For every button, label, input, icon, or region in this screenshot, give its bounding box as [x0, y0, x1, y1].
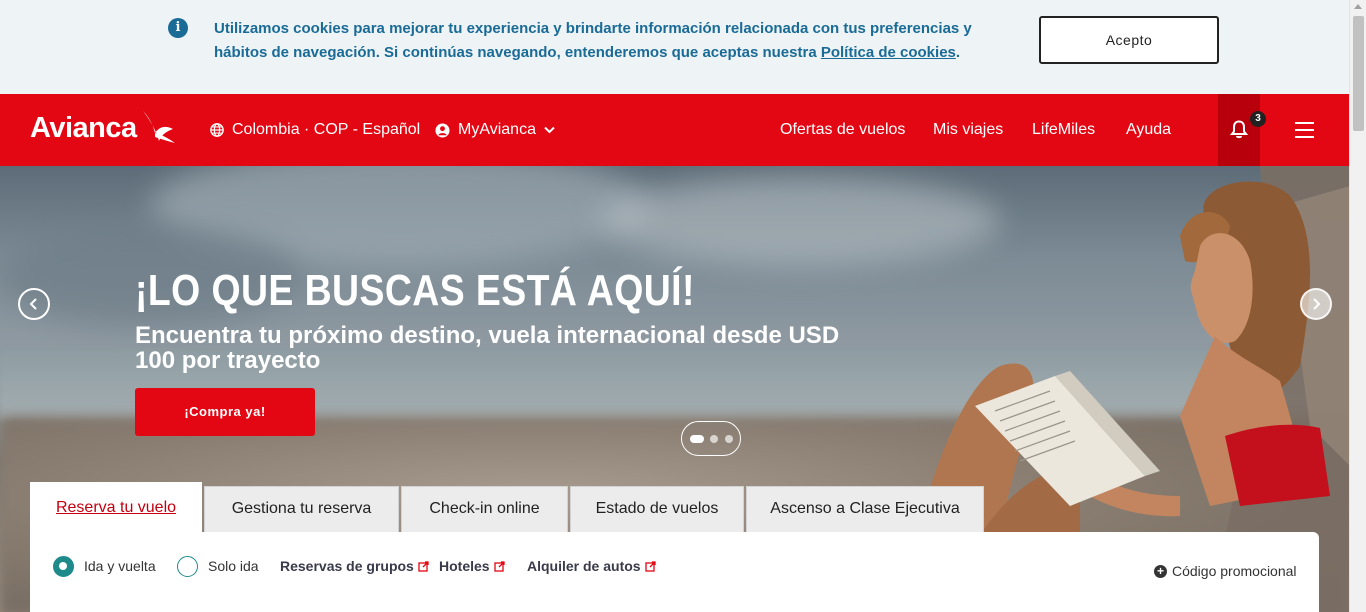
tab-reserva-vuelo[interactable]: Reserva tu vuelo — [30, 482, 202, 534]
logo-text: Avianca — [30, 111, 137, 144]
hero-subtitle: Encuentra tu próximo destino, vuela inte… — [135, 322, 840, 374]
myavianca-label: MyAvianca — [458, 121, 536, 138]
cookie-policy-link[interactable]: Política de cookies — [821, 44, 956, 61]
ida-vuelta-label: Ida y vuelta — [84, 558, 156, 574]
avianca-logo[interactable]: Avianca — [30, 108, 177, 148]
region-selector[interactable]: Colombia · COP - Español — [210, 94, 420, 166]
hotels-link[interactable]: Hoteles — [439, 558, 505, 574]
car-rental-link[interactable]: Alquiler de autos — [527, 558, 656, 574]
group-bookings-label: Reservas de grupos — [280, 558, 414, 574]
tab-check-in[interactable]: Check-in online — [401, 486, 568, 532]
carousel-dots — [681, 421, 741, 456]
carousel-dot-2[interactable] — [710, 435, 718, 443]
main-header: Avianca Colombia · COP - Español MyAvian… — [0, 94, 1349, 166]
group-bookings-link[interactable]: Reservas de grupos — [280, 558, 429, 574]
carousel-dot-1[interactable] — [690, 435, 704, 443]
buy-now-button[interactable]: ¡Compra ya! — [135, 388, 315, 436]
promo-code-toggle[interactable]: + Código promocional — [1154, 563, 1297, 579]
car-rental-label: Alquiler de autos — [527, 558, 641, 574]
promo-code-label: Código promocional — [1172, 563, 1297, 579]
menu-icon[interactable] — [1295, 122, 1314, 143]
tab-gestiona-reserva[interactable]: Gestiona tu reserva — [204, 486, 399, 532]
region-label: Colombia · COP - Español — [232, 121, 421, 138]
cookie-text-end: . — [955, 44, 961, 61]
external-link-icon — [493, 560, 505, 572]
myavianca-menu[interactable]: MyAvianca — [435, 94, 555, 166]
tab-ascenso-ejecutiva[interactable]: Ascenso a Clase Ejecutiva — [746, 486, 984, 532]
accept-cookies-button[interactable]: Acepto — [1039, 16, 1219, 64]
bell-icon — [1230, 120, 1248, 139]
carousel-dot-3[interactable] — [725, 435, 733, 443]
hero-title: ¡LO QUE BUSCAS ESTÁ AQUÍ! — [135, 266, 695, 315]
external-link-icon — [644, 560, 656, 572]
user-icon — [435, 122, 450, 138]
cookie-banner: i Utilizamos cookies para mejorar tu exp… — [0, 0, 1349, 94]
nav-ayuda[interactable]: Ayuda — [1126, 94, 1171, 166]
page-scrollbar[interactable] — [1349, 0, 1366, 612]
radio-solo-ida[interactable] — [177, 556, 198, 577]
radio-ida-vuelta[interactable] — [53, 556, 74, 577]
carousel-next-button[interactable] — [1300, 288, 1332, 320]
scroll-up-icon[interactable] — [1354, 4, 1362, 9]
notification-badge: 3 — [1250, 111, 1266, 127]
nav-lifemiles[interactable]: LifeMiles — [1032, 94, 1095, 166]
chevron-right-icon — [1313, 298, 1321, 310]
chevron-left-icon — [29, 298, 37, 310]
logo-bird-icon — [142, 111, 175, 143]
chevron-down-icon — [544, 126, 555, 134]
hotels-label: Hoteles — [439, 558, 490, 574]
tab-estado-vuelos[interactable]: Estado de vuelos — [570, 486, 744, 532]
globe-icon — [210, 123, 224, 137]
info-icon: i — [168, 18, 188, 38]
external-link-icon — [418, 560, 429, 572]
scroll-thumb[interactable] — [1353, 16, 1364, 131]
plus-icon: + — [1154, 564, 1167, 578]
cookie-message: Utilizamos cookies para mejorar tu exper… — [214, 17, 1004, 65]
nav-ofertas[interactable]: Ofertas de vuelos — [780, 94, 905, 166]
notifications-button[interactable] — [1218, 94, 1260, 166]
carousel-prev-button[interactable] — [18, 288, 50, 320]
solo-ida-label: Solo ida — [208, 558, 259, 574]
nav-mis-viajes[interactable]: Mis viajes — [933, 94, 1003, 166]
